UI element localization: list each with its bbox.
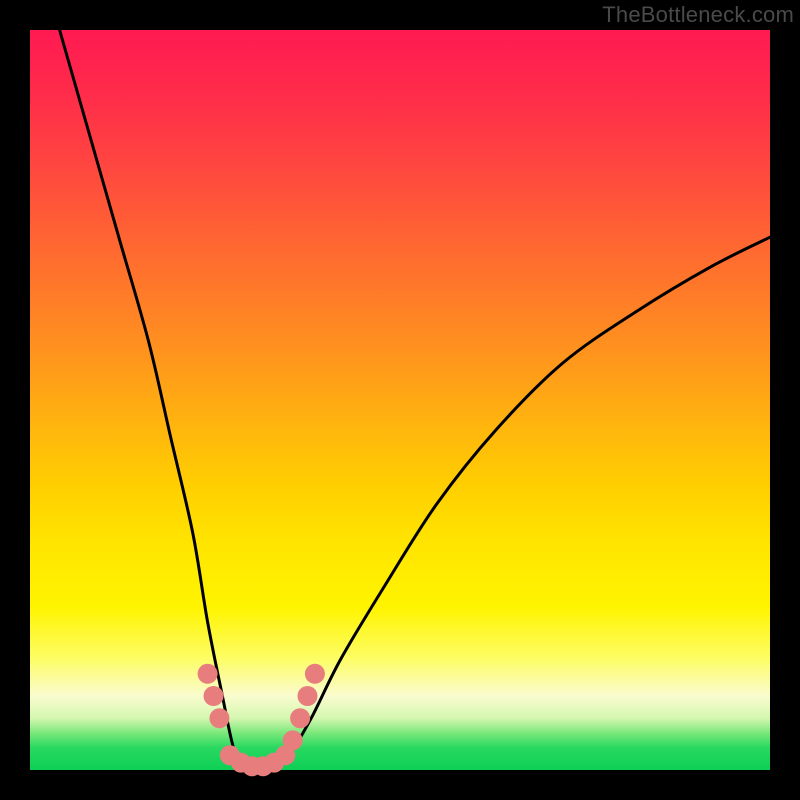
curve-svg	[30, 30, 770, 770]
trough-dot	[298, 686, 318, 706]
trough-dot	[198, 664, 218, 684]
watermark-text: TheBottleneck.com	[602, 2, 794, 28]
trough-dot	[209, 708, 229, 728]
outer-frame: TheBottleneck.com	[0, 0, 800, 800]
bottleneck-curve-path	[60, 30, 770, 772]
trough-dot	[290, 708, 310, 728]
trough-dot-group	[198, 664, 325, 777]
trough-dot	[305, 664, 325, 684]
trough-dot	[204, 686, 224, 706]
plot-area	[30, 30, 770, 770]
trough-dot	[283, 730, 303, 750]
